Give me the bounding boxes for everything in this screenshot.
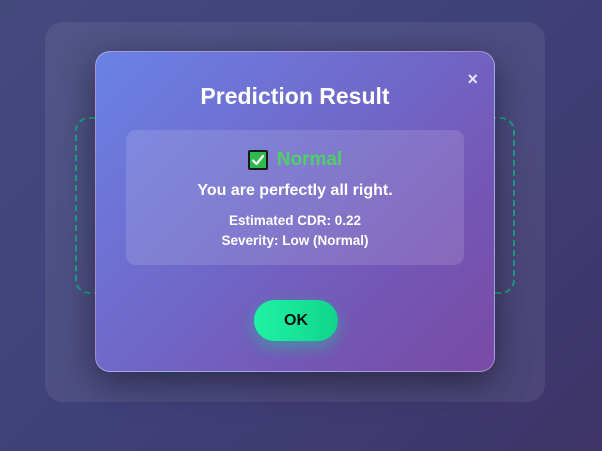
- status-row: Normal: [126, 149, 464, 171]
- prediction-result-modal: × Prediction Result Normal You are perfe…: [95, 51, 495, 372]
- modal-title: Prediction Result: [200, 83, 390, 109]
- result-message: You are perfectly all right.: [197, 182, 393, 199]
- check-mark-icon: [247, 150, 268, 170]
- severity-text: Severity: Low (Normal): [221, 233, 369, 248]
- status-label: Normal: [276, 149, 343, 170]
- result-box: Normal You are perfectly all right. Esti…: [126, 130, 464, 265]
- ok-button[interactable]: OK: [254, 300, 338, 341]
- estimated-cdr: Estimated CDR: 0.22: [228, 213, 362, 228]
